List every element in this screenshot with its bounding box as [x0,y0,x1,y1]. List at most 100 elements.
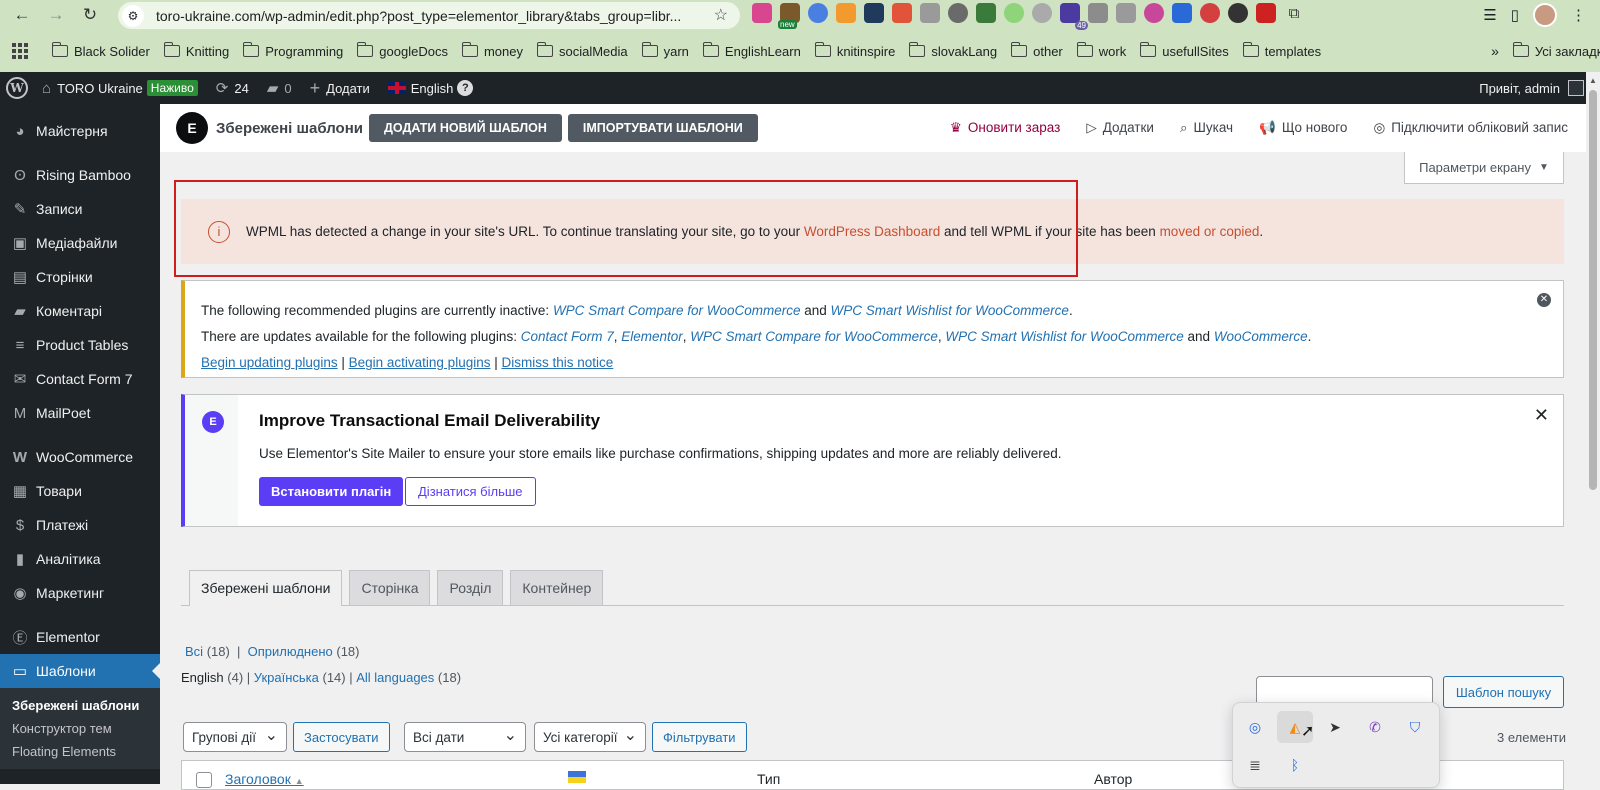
bookmark-folder[interactable]: Knitting [163,42,229,59]
bookmark-folder[interactable]: usefullSites [1140,42,1229,59]
screen-options-button[interactable]: Параметри екрану ▼ [1404,152,1564,184]
menu-icon[interactable]: ⋮ [1571,6,1586,24]
submenu-floating-elements[interactable]: Floating Elements [0,740,160,763]
menu-payments[interactable]: $ Платежі [0,508,160,542]
apps-icon[interactable] [12,43,28,59]
bookmark-star-icon[interactable]: ☆ [714,5,728,25]
menu-dashboard[interactable]: ◕ Майстерня [0,114,160,148]
scroll-thumb[interactable] [1589,90,1597,490]
apply-button[interactable]: Застосувати [293,722,390,752]
extension-icon[interactable] [752,3,772,23]
site-info-icon[interactable]: ⚙ [122,4,144,27]
plugin-link[interactable]: WooCommerce [1214,329,1308,344]
defender-warning-icon[interactable]: ⛉ [1403,715,1427,739]
bluetooth-icon[interactable]: ᛒ [1283,753,1307,777]
extension-icon[interactable] [1144,3,1164,23]
menu-woocommerce[interactable]: W WooCommerce [0,440,160,474]
extension-icon[interactable] [892,3,912,23]
extension-icon[interactable] [1200,3,1220,23]
updates-link[interactable]: ⟳ 24 [216,79,249,97]
tab-section[interactable]: Розділ [437,570,504,605]
menu-product-tables[interactable]: ≡ Product Tables [0,328,160,362]
more-bookmarks-icon[interactable]: » [1491,43,1499,59]
begin-updating-link[interactable]: Begin updating plugins [201,355,338,370]
extension-count-icon[interactable]: 49 [1060,3,1088,30]
menu-comments[interactable]: ▰ Коментарі [0,294,160,328]
bulk-actions-select[interactable]: Групові дії [183,722,287,752]
compass-icon[interactable] [1032,3,1052,23]
extension-icon[interactable] [1004,3,1024,23]
menu-media[interactable]: ▣ Медіафайли [0,226,160,260]
comments-link[interactable]: ▰ 0 [267,79,292,97]
split-view-icon[interactable]: ▯ [1511,6,1519,24]
menu-templates[interactable]: ▭ Шаблони [0,654,160,688]
puzzle-icon[interactable]: ⧉ [1284,3,1304,23]
tray-app-icon[interactable]: ◎ [1243,715,1267,739]
extension-icon[interactable] [948,3,968,23]
profile-avatar[interactable] [1533,3,1557,27]
tab-container[interactable]: Контейнер [510,570,604,605]
bookmark-folder[interactable]: other [1011,42,1063,59]
wordpress-logo-icon[interactable]: W [6,77,28,99]
page-scrollbar[interactable]: ▲ [1586,72,1600,784]
bookmark-folder[interactable]: Black Solider [52,42,150,59]
dismiss-notice-link[interactable]: Dismiss this notice [501,355,613,370]
scroll-up-icon[interactable]: ▲ [1589,76,1597,85]
filter-button[interactable]: Фільтрувати [652,722,747,752]
column-title[interactable]: Заголовок ▲ [225,771,304,787]
menu-mailpoet[interactable]: M MailPoet [0,396,160,430]
lang-ukrainian-link[interactable]: Українська [254,670,319,685]
bookmark-folder[interactable]: knitinspire [814,42,895,59]
select-all-checkbox[interactable] [196,772,212,788]
extension-icon[interactable] [808,3,828,23]
viber-icon[interactable]: ✆ [1363,715,1387,739]
connect-account-link[interactable]: ◎ Підключити обліковий запис [1373,120,1568,136]
lang-all-link[interactable]: All languages [356,670,434,685]
begin-activating-link[interactable]: Begin activating plugins [349,355,491,370]
close-icon[interactable]: ✕ [1534,405,1549,426]
filter-all-link[interactable]: Всі [185,644,203,659]
bookmark-folder[interactable]: Programming [243,42,343,59]
import-templates-button[interactable]: ІМПОРТУВАТИ ШАБЛОНИ [567,114,758,142]
plugin-link[interactable]: WPC Smart Compare for WooCommerce [553,303,801,318]
bookmark-folder[interactable]: EnglishLearn [702,42,801,59]
upgrade-link[interactable]: ♛ Оновити зараз [950,120,1061,136]
tab-page[interactable]: Сторінка [349,570,431,605]
language-switcher[interactable]: English ? [387,80,474,96]
extension-icon[interactable] [864,3,884,23]
moved-or-copied-link[interactable]: moved or copied [1160,224,1260,239]
filter-published-link[interactable]: Оприлюднено [248,644,333,659]
code-icon[interactable] [1116,3,1136,23]
reload-icon[interactable]: ↻ [78,3,102,27]
menu-pages[interactable]: ▤ Сторінки [0,260,160,294]
whats-new-link[interactable]: 📢 Що нового [1259,120,1347,136]
menu-analytics[interactable]: ▮ Аналітика [0,542,160,576]
back-icon[interactable]: ← [10,3,34,27]
bookmark-folder[interactable]: templates [1242,42,1321,59]
extension-icon[interactable] [1256,3,1276,23]
plugin-link[interactable]: WPC Smart Compare for WooCommerce [690,329,938,344]
plugin-link[interactable]: WPC Smart Wishlist for WooCommerce [831,303,1069,318]
search-templates-button[interactable]: Шаблон пошуку [1443,676,1564,708]
bookmark-folder[interactable]: money [461,42,523,59]
bookmark-folder[interactable]: socialMedia [536,42,628,59]
learn-more-button[interactable]: Дізнатися більше [405,477,536,506]
tab-saved-templates[interactable]: Збережені шаблони [189,570,343,606]
extension-icon[interactable] [976,3,996,23]
finder-link[interactable]: ⌕ Шукач [1180,120,1233,136]
plugin-link[interactable]: Contact Form 7 [521,329,614,344]
camera-icon[interactable] [920,3,940,23]
telegram-icon[interactable]: ➤ [1323,715,1347,739]
dismiss-icon[interactable]: ✕ [1537,293,1551,307]
add-new-template-button[interactable]: ДОДАТИ НОВИЙ ШАБЛОН [369,114,562,142]
install-plugin-button[interactable]: Встановити плагін [259,477,404,506]
address-bar[interactable]: ⚙ toro-ukraine.com/wp-admin/edit.php?pos… [118,2,740,29]
tray-app-icon[interactable]: ≣ [1243,753,1267,777]
extension-new-icon[interactable]: new [778,3,800,29]
site-name-link[interactable]: ⌂ TORO Ukraine Наживо [42,80,198,97]
extension-icon[interactable] [1228,3,1248,23]
bookmark-folder[interactable]: yarn [641,42,689,59]
menu-posts[interactable]: ✎ Записи [0,192,160,226]
extension-icon[interactable] [1172,3,1192,23]
dates-select[interactable]: Всі дати [404,722,526,752]
